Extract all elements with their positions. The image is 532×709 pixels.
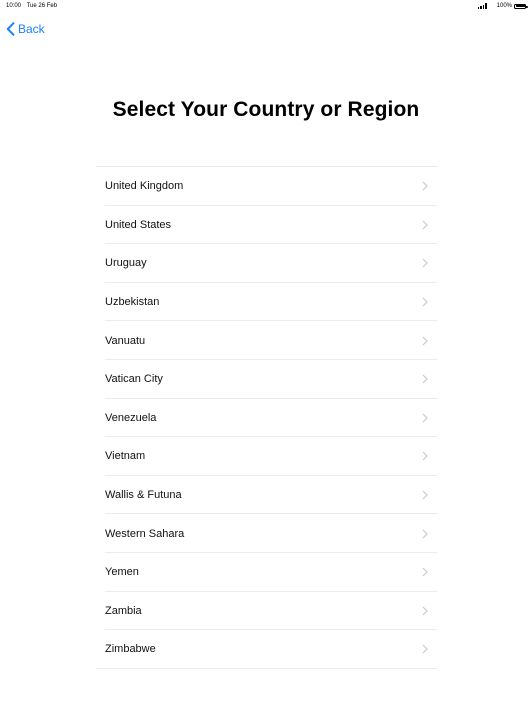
chevron-right-icon (422, 452, 428, 461)
status-time: 10:00 (6, 3, 22, 9)
list-item[interactable]: Uruguay (96, 244, 437, 283)
chevron-right-icon (422, 220, 428, 230)
list-item[interactable]: Vatican City (96, 360, 437, 399)
list-item-label: Wallis & Futuna (105, 489, 182, 502)
chevron-left-icon (6, 22, 15, 36)
status-bar: 10:00 Tue 26 Feb 100% (0, 0, 532, 12)
chevron-right-icon (422, 297, 428, 307)
country-list: United Kingdom United States Uruguay Uzb… (96, 166, 437, 669)
list-item[interactable]: Wallis & Futuna (96, 476, 437, 515)
list-item-label: Yemen (105, 566, 139, 579)
status-left: 10:00 Tue 26 Feb (6, 0, 61, 12)
list-item-label: Uzbekistan (105, 296, 160, 309)
list-item[interactable]: United Kingdom (96, 167, 437, 206)
list-item-label: United Kingdom (105, 180, 184, 193)
chevron-right-icon (422, 529, 428, 539)
list-item[interactable]: Uzbekistan (96, 283, 437, 322)
list-item-label: Vanuatu (105, 334, 146, 347)
battery-indicator: 100% (496, 0, 528, 12)
list-item-label: Zambia (105, 604, 142, 617)
list-item[interactable]: Yemen (96, 553, 437, 592)
list-item[interactable]: Vietnam (96, 437, 437, 476)
list-item-label: Venezuela (105, 411, 157, 424)
list-item-label: Vatican City (105, 373, 163, 386)
chevron-right-icon (422, 645, 428, 654)
status-date: Tue 26 Feb (26, 3, 58, 9)
chevron-right-icon (422, 606, 428, 616)
page-title: Select Your Country or Region (112, 98, 420, 121)
status-right: 100% (477, 0, 528, 12)
list-item-label: Vietnam (105, 450, 146, 463)
chevron-right-icon (422, 181, 428, 191)
list-item[interactable]: Western Sahara (96, 514, 437, 553)
chevron-right-icon (422, 374, 428, 384)
list-item-label: United States (105, 218, 172, 231)
list-item-label: Zimbabwe (105, 643, 156, 656)
chevron-right-icon (422, 336, 428, 346)
chevron-right-icon (422, 259, 428, 268)
list-item-label: Uruguay (105, 257, 147, 270)
list-item[interactable]: Venezuela (96, 399, 437, 438)
chevron-right-icon (422, 567, 428, 577)
back-button[interactable]: Back (6, 20, 45, 38)
chevron-right-icon (422, 413, 428, 423)
battery-icon (514, 3, 528, 9)
list-item[interactable]: Vanuatu (96, 321, 437, 360)
back-label: Back (18, 22, 45, 36)
list-item-label: Western Sahara (105, 527, 185, 540)
list-item[interactable]: Zambia (96, 592, 437, 631)
battery-percentage: 100% (496, 3, 512, 9)
list-item[interactable]: Zimbabwe (96, 630, 437, 669)
signal-bars-icon (477, 3, 487, 9)
chevron-right-icon (422, 490, 428, 500)
list-item[interactable]: United States (96, 206, 437, 245)
